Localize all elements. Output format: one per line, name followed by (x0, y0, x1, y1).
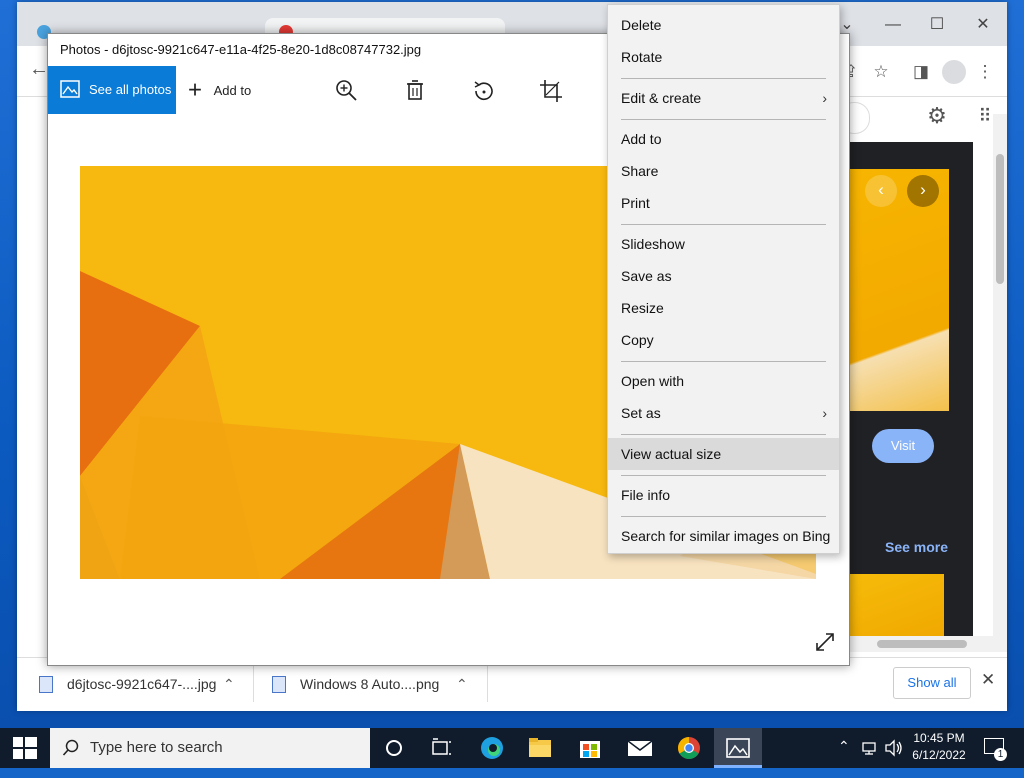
see-more-link[interactable]: See more (885, 539, 948, 555)
plus-icon: + (188, 76, 203, 104)
menu-item-rotate[interactable]: Rotate (608, 41, 839, 73)
menu-item-save-as[interactable]: Save as (608, 260, 839, 292)
side-panel-icon[interactable]: ◨ (909, 60, 933, 84)
menu-separator (621, 224, 826, 225)
edge-browser-icon[interactable] (468, 728, 516, 768)
chevron-right-icon: › (822, 90, 827, 106)
chrome-icon[interactable] (665, 728, 713, 768)
settings-gear-icon[interactable]: ⚙ (925, 104, 949, 128)
task-view-icon[interactable] (418, 728, 466, 768)
menu-item-print[interactable]: Print (608, 187, 839, 219)
zoom-in-icon[interactable] (334, 78, 360, 104)
rotate-icon[interactable] (470, 78, 496, 104)
show-all-button[interactable]: Show all (893, 667, 971, 699)
horizontal-scrollbar[interactable] (847, 636, 1007, 652)
divider (253, 666, 254, 702)
menu-item-open-with[interactable]: Open with (608, 365, 839, 397)
vertical-scrollbar[interactable] (993, 114, 1007, 636)
prev-image-icon[interactable]: ‹ (865, 175, 897, 207)
minimize-button[interactable]: — (873, 12, 913, 40)
scrollbar-thumb[interactable] (877, 640, 967, 648)
cortana-icon[interactable] (370, 728, 418, 768)
add-to-label: Add to (213, 82, 252, 98)
image-file-icon (39, 676, 53, 693)
menu-item-set-as[interactable]: Set as › (608, 397, 839, 429)
window-title: Photos - d6jtosc-9921c647-e11a-4f25-8e20… (60, 42, 422, 57)
system-clock[interactable]: 10:45 PM 6/12/2022 (906, 730, 972, 764)
menu-item-search-bing[interactable]: Search for similar images on Bing (608, 520, 839, 552)
search-icon (62, 739, 79, 756)
menu-item-label: Set as (621, 405, 661, 421)
menu-item-resize[interactable]: Resize (608, 292, 839, 324)
notification-badge: 1 (994, 748, 1007, 761)
menu-separator (621, 434, 826, 435)
menu-item-file-info[interactable]: File info (608, 479, 839, 511)
chrome-menu-icon[interactable]: ⋮ (973, 60, 997, 84)
menu-item-add-to[interactable]: Add to (608, 123, 839, 155)
menu-item-share[interactable]: Share (608, 155, 839, 187)
chevron-right-icon: › (822, 405, 827, 421)
preview-image[interactable] (847, 169, 949, 411)
menu-item-view-actual-size[interactable]: View actual size (608, 438, 839, 470)
menu-separator (621, 516, 826, 517)
see-all-photos-button[interactable]: See all photos (48, 66, 176, 114)
menu-separator (621, 475, 826, 476)
back-arrow-icon[interactable]: ← (29, 58, 49, 81)
network-icon[interactable] (861, 739, 879, 757)
menu-item-delete[interactable]: Delete (608, 9, 839, 41)
photos-app-icon[interactable] (714, 728, 762, 768)
download-filename: Windows 8 Auto....png (300, 676, 440, 692)
image-file-icon (272, 676, 286, 693)
chevron-up-icon[interactable]: ⌃ (223, 666, 235, 702)
menu-item-copy[interactable]: Copy (608, 324, 839, 356)
clock-date: 6/12/2022 (912, 748, 966, 762)
windows-start-icon[interactable] (0, 728, 50, 768)
close-window-button[interactable]: ✕ (963, 12, 1003, 40)
menu-item-slideshow[interactable]: Slideshow (608, 228, 839, 260)
next-image-icon[interactable]: › (907, 175, 939, 207)
show-hidden-icons-chevron-icon[interactable]: ⌃ (838, 738, 850, 778)
add-to-button[interactable]: + Add to (188, 66, 251, 114)
clock-time: 10:45 PM (913, 731, 965, 745)
file-explorer-icon[interactable] (516, 728, 564, 768)
related-image-thumbnail[interactable] (849, 574, 944, 638)
mail-icon[interactable] (616, 728, 664, 768)
download-filename: d6jtosc-9921c647-....jpg (67, 676, 217, 692)
search-placeholder: Type here to search (90, 739, 223, 756)
bookmark-star-icon[interactable]: ☆ (869, 60, 893, 84)
scrollbar-thumb[interactable] (996, 154, 1004, 284)
trash-icon[interactable] (402, 78, 428, 104)
menu-separator (621, 78, 826, 79)
volume-icon[interactable] (884, 739, 904, 757)
taskbar-search-box[interactable]: Type here to search (50, 728, 370, 768)
chevron-up-icon[interactable]: ⌃ (456, 666, 468, 702)
maximize-button[interactable]: ☐ (917, 12, 957, 40)
context-menu: Delete Rotate Edit & create › Add to Sha… (607, 4, 840, 554)
close-shelf-icon[interactable]: ✕ (981, 670, 995, 690)
gallery-icon (60, 80, 80, 98)
taskbar: Type here to search ⌃ 10:45 PM 6/12/2022… (0, 728, 1024, 768)
menu-separator (621, 119, 826, 120)
profile-avatar-icon[interactable] (942, 60, 966, 84)
menu-item-label: Edit & create (621, 90, 702, 106)
microsoft-store-icon[interactable] (566, 728, 614, 768)
visit-button[interactable]: Visit (872, 429, 934, 463)
menu-item-edit-create[interactable]: Edit & create › (608, 82, 839, 114)
crop-icon[interactable] (538, 78, 564, 104)
see-all-label: See all photos (89, 82, 172, 97)
divider (487, 666, 488, 702)
expand-fullscreen-icon[interactable] (814, 631, 836, 653)
menu-separator (621, 361, 826, 362)
